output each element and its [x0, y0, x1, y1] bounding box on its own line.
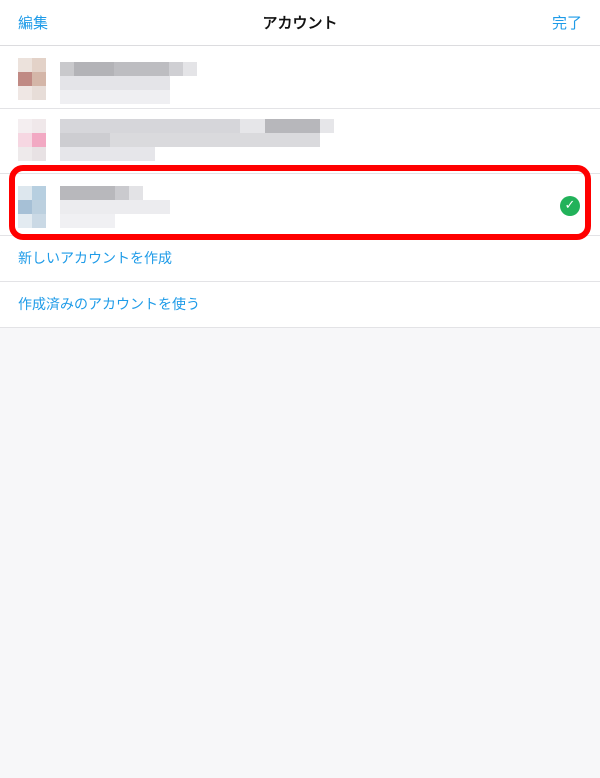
navigation-bar: 編集 アカウント 完了 [0, 0, 600, 46]
account-row-selected[interactable]: ✓ [0, 174, 600, 238]
done-button[interactable]: 完了 [552, 12, 582, 33]
account-row[interactable] [0, 46, 600, 109]
create-new-account-button[interactable]: 新しいアカウントを作成 [0, 235, 600, 281]
use-existing-account-label: 作成済みのアカウントを使う [18, 297, 200, 313]
page-title: アカウント [262, 14, 338, 32]
account-row[interactable] [0, 109, 600, 174]
account-avatar [18, 58, 46, 100]
create-new-account-label: 新しいアカウントを作成 [18, 251, 172, 267]
account-list: ✓ [0, 46, 600, 238]
account-avatar [18, 186, 46, 228]
selected-checkmark-icon: ✓ [560, 196, 580, 216]
account-actions: 新しいアカウントを作成 作成済みのアカウントを使う [0, 235, 600, 328]
account-avatar [18, 119, 46, 161]
accounts-screen: 編集 アカウント 完了 ✓ 新しいアカウントを作成 作成済みのアカウントを使う [0, 0, 600, 778]
use-existing-account-button[interactable]: 作成済みのアカウントを使う [0, 281, 600, 327]
